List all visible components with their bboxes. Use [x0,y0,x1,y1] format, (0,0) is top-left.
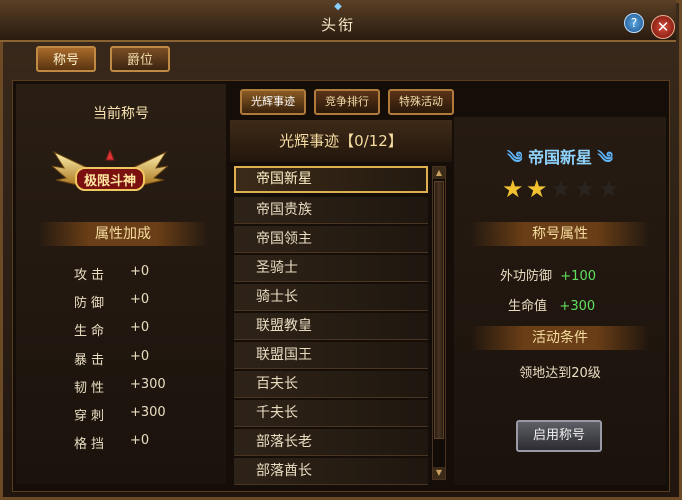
emblem-text: 极限斗神 [83,174,136,189]
attr-value: +0 [130,264,150,279]
attr-value: +300 [130,405,166,420]
list-header-title: 光辉事迹 [279,132,340,150]
help-icon[interactable]: ? [624,13,644,33]
attr-name: 防御 [74,296,109,311]
condition-text: 领地达到20级 [519,366,601,381]
list-item[interactable]: 骑士长 [234,284,428,311]
attr-value: +0 [130,320,150,335]
list-scrollbar[interactable]: ▲ ▼ [432,166,446,480]
prop-value: +300 [559,299,596,314]
star-empty-icon: ★ [574,175,596,203]
attr-row-toughness: 韧性 +300 [74,377,224,397]
list-item[interactable]: 帝国新星 [234,166,428,193]
list-item[interactable]: 帝国领主 [234,226,428,253]
diamond-ornament-icon: ◆ [334,1,342,12]
close-icon[interactable]: ✕ [651,15,675,39]
attr-row-pierce: 穿刺 +300 [74,405,224,425]
window-title: 头衔 [320,16,355,34]
scroll-down-icon[interactable]: ▼ [433,467,445,479]
attr-bonus-heading: 属性加成 [38,222,208,246]
attr-row-hp: 生命 +0 [74,320,224,340]
list-item[interactable]: 帝国贵族 [234,197,428,224]
apply-title-button[interactable]: 启用称号 [516,420,602,452]
current-title-heading: 当前称号 [93,106,149,122]
title-props-heading: 称号属性 [470,222,650,246]
attr-row-crit: 暴击 +0 [74,349,224,369]
attr-row-attack: 攻击 +0 [74,264,224,284]
title-bar: ◆ 头衔 ? ✕ [0,0,676,42]
attr-value: +0 [130,349,150,364]
tab-competition-rank[interactable]: 竞争排行 [314,89,380,115]
title-emblem: 极限斗神 [50,148,170,198]
attr-value: +300 [130,377,166,392]
list-item[interactable]: 千夫长 [234,400,428,427]
wing-left-icon: ༄ [507,148,523,167]
list-header: 光辉事迹【0/12】 [230,120,452,162]
attr-name: 暴击 [74,353,109,368]
attr-name: 生命 [74,324,109,339]
list-item[interactable]: 联盟教皇 [234,313,428,340]
tab-rank[interactable]: 爵位 [110,46,170,72]
attr-name: 韧性 [74,381,109,396]
prop-name: 生命值 [508,299,548,314]
attr-name: 格挡 [74,437,109,452]
attr-value: +0 [130,433,150,448]
tab-glory-deeds[interactable]: 光辉事迹 [240,89,306,115]
list-header-count: 【0/12】 [339,132,403,150]
list-item[interactable]: 联盟国王 [234,342,428,369]
star-filled-icon: ★ [502,175,524,203]
prop-row: 生命值 +300 [508,295,595,314]
list-item[interactable]: 百夫长 [234,371,428,398]
attr-value: +0 [130,292,150,307]
activity-condition-heading: 活动条件 [470,326,650,350]
star-empty-icon: ★ [598,175,620,203]
star-empty-icon: ★ [550,175,572,203]
list-item[interactable]: 圣骑士 [234,255,428,282]
title-list: 帝国新星 帝国贵族 帝国领主 圣骑士 骑士长 联盟教皇 联盟国王 百夫长 千夫长… [230,163,430,485]
selected-title-text: 帝国新星 [527,148,592,167]
prop-name: 外功防御 [500,269,553,284]
star-filled-icon: ★ [526,175,548,203]
attr-name: 穿刺 [74,409,109,424]
attr-name: 攻击 [74,268,109,283]
list-item[interactable]: 部落长老 [234,429,428,456]
scroll-thumb[interactable] [434,181,444,439]
scroll-up-icon[interactable]: ▲ [433,167,445,179]
attr-row-block: 格挡 +0 [74,433,224,453]
tab-title[interactable]: 称号 [36,46,96,72]
list-item[interactable]: 部落酋长 [234,458,428,485]
prop-row: 外功防御 +100 [500,265,596,284]
wing-right-icon: ༄ [597,148,613,167]
prop-value: +100 [560,269,596,284]
star-rating: ★ ★ ★ ★ ★ [502,176,622,204]
tab-special-event[interactable]: 特殊活动 [388,89,454,115]
attr-row-defense: 防御 +0 [74,292,224,312]
